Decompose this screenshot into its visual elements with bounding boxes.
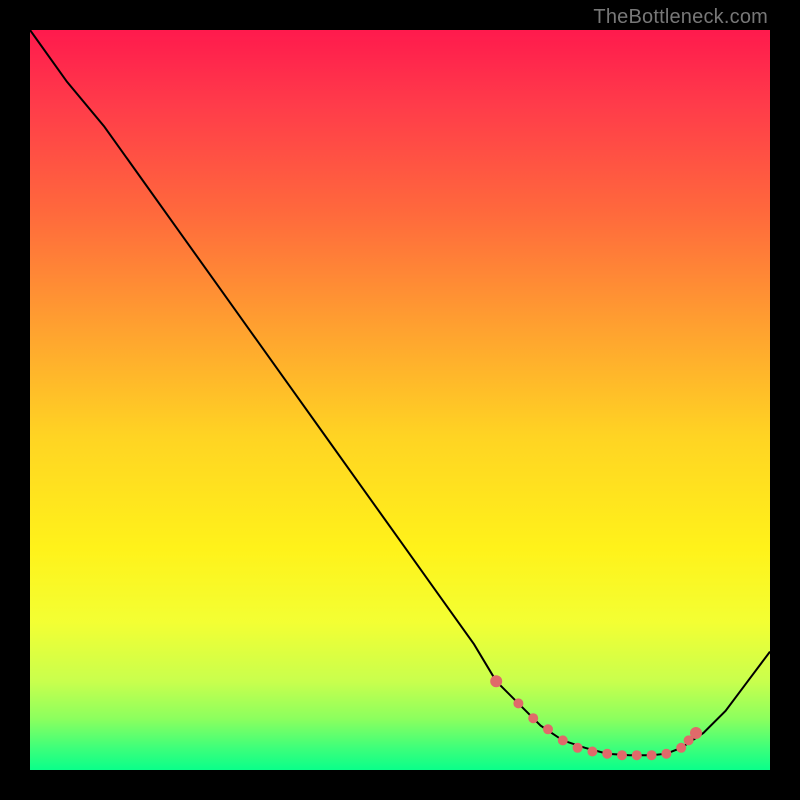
highlight-dot [647, 750, 657, 760]
bottleneck-curve [30, 30, 770, 755]
highlight-dot [558, 735, 568, 745]
highlight-dot [490, 675, 502, 687]
highlight-dot [676, 743, 686, 753]
highlight-dot [690, 727, 702, 739]
watermark-text: TheBottleneck.com [593, 6, 768, 29]
highlight-dot [617, 750, 627, 760]
curve-svg [30, 30, 770, 770]
highlight-dot [573, 743, 583, 753]
highlight-dot [661, 749, 671, 759]
highlight-dot [632, 750, 642, 760]
highlight-dots [490, 675, 702, 760]
plot-area [30, 30, 770, 770]
highlight-dot [587, 747, 597, 757]
highlight-dot [543, 724, 553, 734]
highlight-dot [528, 713, 538, 723]
chart-stage: TheBottleneck.com [0, 0, 800, 800]
highlight-dot [602, 749, 612, 759]
highlight-dot [513, 698, 523, 708]
